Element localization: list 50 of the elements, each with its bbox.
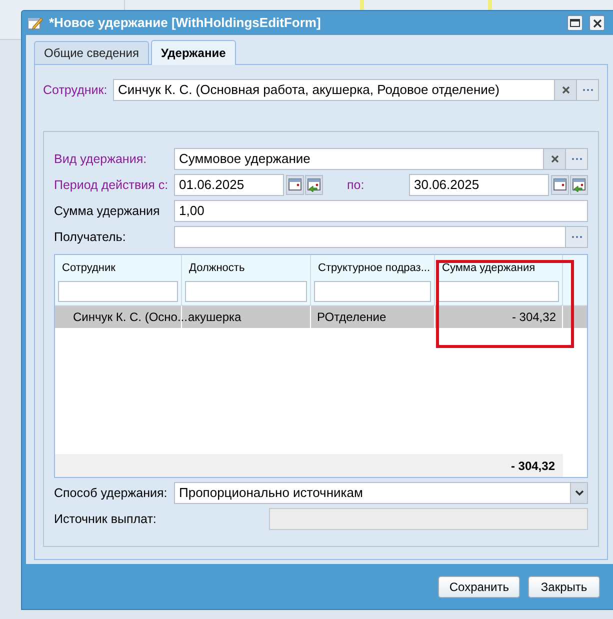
calendar-button[interactable] xyxy=(286,175,304,195)
clear-button[interactable] xyxy=(554,80,576,100)
field-label: Сумма удержания xyxy=(54,202,161,220)
column-header[interactable]: Сотрудник xyxy=(58,255,178,281)
input-field[interactable]: Пропорционально источникам xyxy=(174,482,588,504)
calendar-button[interactable] xyxy=(551,175,569,195)
window-title: *Новое удержание [WithHoldingsEditForm] xyxy=(49,14,322,32)
column-header[interactable]: Структурное подраз... xyxy=(314,255,431,281)
input-field[interactable]: Суммовое удержание xyxy=(174,148,588,170)
column-header[interactable]: Должность xyxy=(185,255,307,281)
input-field[interactable] xyxy=(174,226,588,248)
clear-button[interactable] xyxy=(543,149,565,169)
input-field[interactable]: 1,00 xyxy=(174,200,588,222)
filter-field[interactable] xyxy=(438,281,559,302)
maximize-button[interactable] xyxy=(567,15,583,31)
calendar-icon xyxy=(288,178,302,192)
field-label: Источник выплат: xyxy=(54,510,158,528)
total-sum: - 304,32 xyxy=(510,458,555,474)
field-label: Получатель: xyxy=(54,228,127,246)
chevron-down-icon xyxy=(574,490,584,496)
field-label: Способ удержания: xyxy=(54,484,168,502)
tab[interactable]: Удержание xyxy=(150,40,236,65)
input-field[interactable]: 30.06.2025 xyxy=(409,174,549,196)
tab[interactable]: Общие сведения xyxy=(34,41,149,64)
calendar-icon xyxy=(553,178,567,192)
filter-field[interactable] xyxy=(314,281,431,302)
close-button[interactable] xyxy=(589,15,605,31)
field-label: Период действия с: xyxy=(54,176,170,194)
filter-field[interactable] xyxy=(185,281,307,302)
clear-icon xyxy=(562,86,570,94)
fill-date-button[interactable] xyxy=(570,175,588,195)
filter-field[interactable] xyxy=(58,281,178,302)
field-label: Вид удержания: xyxy=(54,150,148,168)
input-field[interactable]: 01.06.2025 xyxy=(174,174,284,196)
maximize-icon xyxy=(570,19,580,27)
column-header[interactable]: Сумма удержания xyxy=(438,255,559,281)
browse-button[interactable] xyxy=(565,227,587,247)
input-field[interactable]: Синчук К. С. (Основная работа, акушерка, Родовое отделение) xyxy=(113,79,599,101)
dialog-button[interactable]: Закрыть xyxy=(528,576,600,598)
browse-button[interactable] xyxy=(565,149,587,169)
close-icon xyxy=(592,18,602,28)
fill-date-button[interactable] xyxy=(305,175,323,195)
table-row[interactable]: Синчук К. С. (Осно...акушерка РОтделение - 304,32 xyxy=(55,306,587,328)
field-label: Сотрудник: xyxy=(43,82,108,99)
browse-button[interactable] xyxy=(576,80,598,100)
field-label: по: xyxy=(347,176,366,194)
dialog-button[interactable]: Сохранить xyxy=(438,576,520,598)
clear-icon xyxy=(550,155,558,163)
edit-form-icon xyxy=(27,15,43,31)
dropdown-button[interactable] xyxy=(570,483,587,503)
